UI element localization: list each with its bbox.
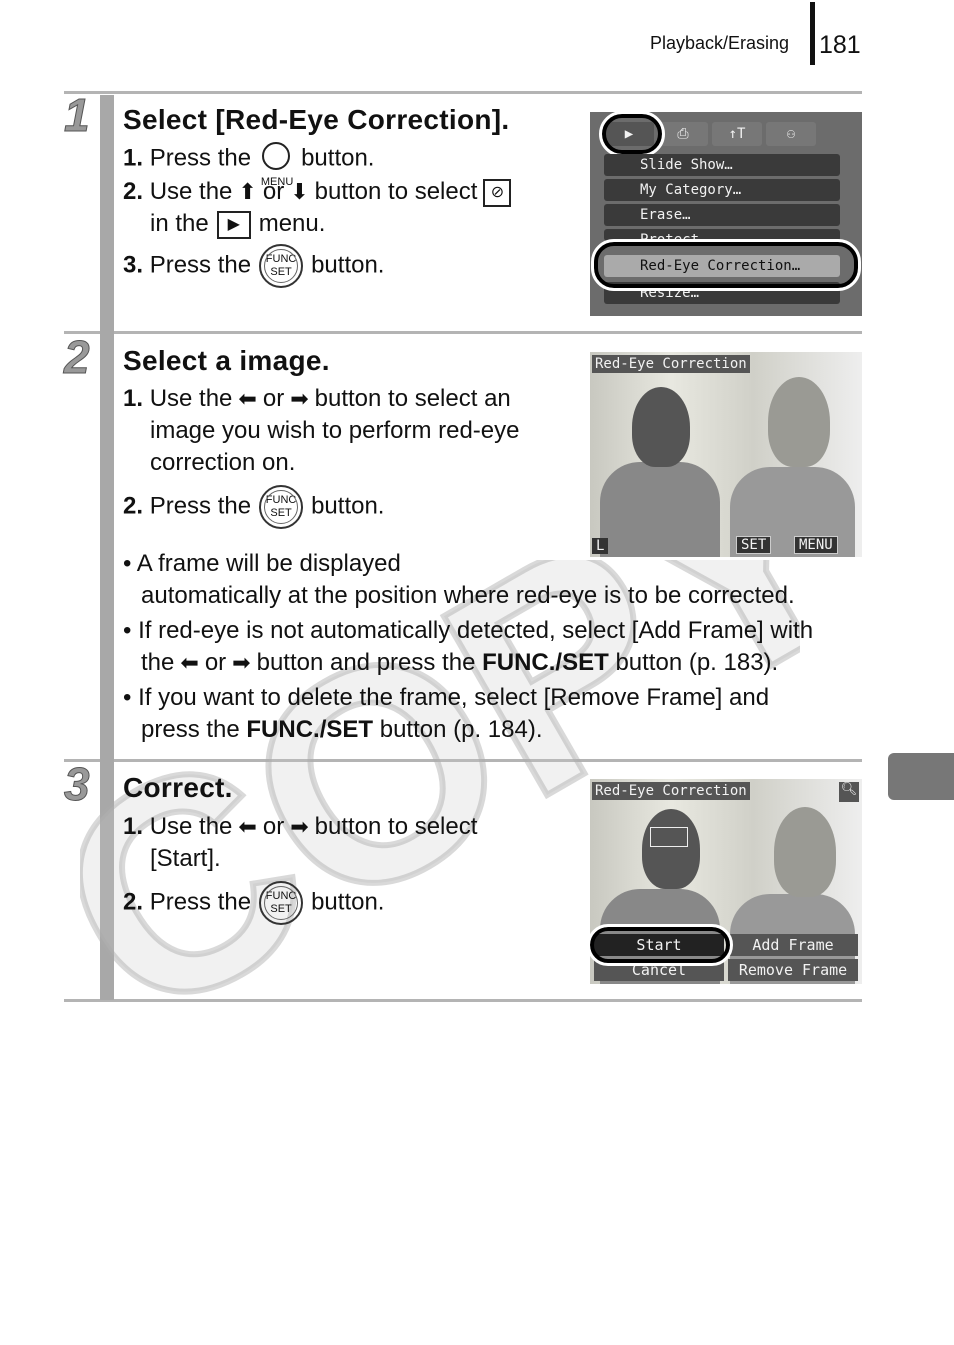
bullet-note: • If you want to delete the frame, selec… bbox=[123, 684, 770, 711]
left-arrow-icon: ⬅ bbox=[238, 386, 257, 411]
right-arrow-icon: ➡ bbox=[232, 650, 251, 675]
bullet-note: • If red-eye is not automatically detect… bbox=[123, 617, 814, 644]
person-figure bbox=[642, 809, 700, 889]
left-arrow-icon: ⬅ bbox=[180, 650, 199, 675]
remove-frame-button: Remove Frame bbox=[728, 959, 858, 981]
red-eye-frame bbox=[650, 827, 688, 847]
instruction: [Start]. bbox=[150, 845, 221, 872]
step-divider bbox=[64, 331, 862, 334]
playback-menu-icon: ▶ bbox=[216, 210, 251, 239]
instruction: 1. Use the ⬅ or ➡ button to select bbox=[123, 813, 478, 840]
highlight-ring bbox=[590, 924, 733, 966]
right-arrow-icon: ➡ bbox=[290, 814, 309, 839]
func-set-button-icon: FUNC SET bbox=[259, 244, 304, 288]
step-divider bbox=[64, 759, 862, 762]
chapter-tab bbox=[888, 753, 954, 800]
step-title: Select a image. bbox=[123, 345, 330, 376]
section-title: Playback/Erasing bbox=[650, 33, 790, 53]
screen-title: Red-Eye Correction bbox=[592, 355, 750, 373]
zoom-icon: 🔍︎ bbox=[839, 782, 859, 802]
step-title: Select [Red-Eye Correction]. bbox=[123, 104, 510, 135]
func-set-button-icon: FUNC SET bbox=[259, 485, 304, 529]
image-size-label: L bbox=[592, 538, 609, 554]
step-number: 2 bbox=[64, 331, 91, 384]
correction-screenshot: Red-Eye Correction 🔍︎ Start Add Frame Ca… bbox=[590, 779, 862, 984]
instruction: 1. Press the MENU button. bbox=[123, 142, 517, 188]
menu-item: My Category… bbox=[604, 179, 840, 201]
step-number: 1 bbox=[64, 89, 91, 142]
step-divider bbox=[64, 91, 862, 94]
instruction: 2. Use the ⬆ or ⬇ button to select ⊘ bbox=[123, 176, 517, 208]
image-select-screenshot: Red-Eye Correction L SET MENU bbox=[590, 352, 862, 557]
highlight-ring bbox=[599, 112, 665, 157]
add-frame-button: Add Frame bbox=[728, 934, 858, 956]
camera-menu-screenshot: ▶ ⎙ ↑T ⚇ Slide Show… My Category… Erase…… bbox=[590, 112, 862, 316]
instruction: 3. Press the FUNC SET button. bbox=[123, 244, 517, 288]
step-divider bbox=[64, 999, 862, 1002]
person-figure bbox=[774, 807, 836, 897]
person-figure bbox=[600, 462, 720, 557]
menu-label: MENU bbox=[794, 536, 838, 554]
highlight-ring bbox=[591, 239, 861, 291]
header-divider bbox=[810, 2, 815, 65]
instruction: image you wish to perform red-eye bbox=[150, 417, 520, 444]
setup-tab: ↑T bbox=[712, 122, 762, 146]
step-number: 3 bbox=[64, 758, 91, 811]
up-arrow-icon: ⬆ bbox=[238, 179, 257, 204]
set-label: SET bbox=[736, 536, 772, 554]
step-title: Correct. bbox=[123, 772, 233, 803]
bullet-note: automatically at the position where red-… bbox=[141, 582, 795, 609]
instruction: 2. Press the FUNC SET button. bbox=[123, 485, 520, 529]
left-arrow-icon: ⬅ bbox=[238, 814, 257, 839]
step-sidebar bbox=[100, 95, 114, 1000]
person-figure bbox=[632, 387, 690, 467]
menu-button-icon: MENU bbox=[259, 142, 293, 188]
my-camera-tab: ⚇ bbox=[766, 122, 816, 146]
screen-title: Red-Eye Correction bbox=[592, 782, 750, 800]
red-eye-icon: ⊘ bbox=[483, 178, 512, 207]
func-set-button-icon: FUNC SET bbox=[259, 881, 304, 925]
instruction: 2. Press the FUNC SET button. bbox=[123, 881, 477, 925]
menu-item: Protect… bbox=[604, 229, 840, 241]
instruction: in the ▶ menu. bbox=[150, 210, 326, 239]
bullet-note: press the FUNC./SET button (p. 184). bbox=[141, 716, 543, 743]
bullet-note: the ⬅ or ➡ button and press the FUNC./SET bu… bbox=[141, 649, 779, 676]
page-number: 181 bbox=[819, 31, 861, 59]
menu-item: Erase… bbox=[604, 204, 840, 226]
print-tab: ⎙ bbox=[658, 122, 708, 146]
instruction: correction on. bbox=[150, 449, 296, 476]
person-figure bbox=[768, 377, 830, 467]
menu-item: Slide Show… bbox=[604, 154, 840, 176]
instruction: 1. Use the ⬅ or ➡ button to select an bbox=[123, 385, 511, 412]
right-arrow-icon: ➡ bbox=[290, 386, 309, 411]
